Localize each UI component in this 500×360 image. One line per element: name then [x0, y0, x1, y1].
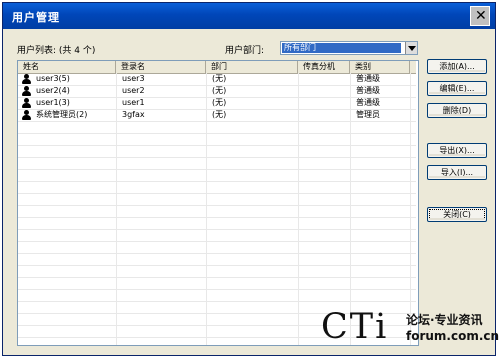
- user-icon: [22, 74, 31, 84]
- export-button[interactable]: 导出(X)...: [427, 143, 487, 158]
- close-window-button[interactable]: ✕: [470, 6, 490, 26]
- chevron-down-icon: [408, 46, 416, 51]
- title-bar: 用户管理 ✕: [3, 3, 495, 29]
- user-category: 普通级: [356, 74, 380, 83]
- delete-user-button[interactable]: 删除(D): [427, 103, 487, 118]
- watermark: CTi 论坛·专业资讯 forum.com.cn: [321, 307, 499, 353]
- table-row[interactable]: 系统管理员(2) 3gfax (无) 管理员: [18, 109, 416, 121]
- row-gridline: [18, 193, 416, 194]
- user-icon: [22, 98, 31, 108]
- row-gridline: [18, 253, 416, 254]
- user-department: (无): [212, 86, 227, 95]
- user-category: 普通级: [356, 86, 380, 95]
- department-selected-value: 所有部门: [282, 43, 401, 53]
- department-label: 用户部门:: [225, 46, 265, 56]
- watermark-line-1: 论坛·专业资讯: [406, 313, 483, 327]
- user-category: 普通级: [356, 98, 380, 107]
- column-header-fax-extension[interactable]: 传真分机: [298, 61, 350, 73]
- user-name: user2(4): [36, 86, 70, 95]
- user-list-label: 用户列表: (共 4 个): [17, 46, 96, 56]
- user-category: 管理员: [356, 110, 380, 119]
- close-button[interactable]: 关闭(C): [427, 207, 487, 222]
- watermark-line-2: forum.com.cn: [406, 329, 500, 343]
- column-header-login[interactable]: 登录名: [116, 61, 206, 73]
- user-management-window: 用户管理 ✕ 用户列表: (共 4 个) 用户部门: 所有部门 姓名 登录名 部…: [2, 2, 499, 356]
- user-icon: [22, 86, 31, 96]
- close-icon: ✕: [475, 8, 487, 24]
- row-gridline: [18, 145, 416, 146]
- row-gridline: [18, 217, 416, 218]
- user-login: user1: [122, 98, 145, 107]
- row-gridline: [18, 157, 416, 158]
- row-gridline: [18, 301, 416, 302]
- row-gridline: [18, 169, 416, 170]
- watermark-brand: CTi: [321, 307, 389, 347]
- user-list-view[interactable]: 姓名 登录名 部门 传真分机 类别 user3(5) user3 (无) 普通级…: [17, 60, 419, 346]
- row-gridline: [18, 205, 416, 206]
- user-name: 系统管理员(2): [36, 110, 88, 119]
- import-button[interactable]: 导入(I)...: [427, 165, 487, 180]
- row-gridline: [18, 133, 416, 134]
- user-login: user3: [122, 74, 145, 83]
- row-gridline: [18, 241, 416, 242]
- window-title: 用户管理: [12, 11, 60, 24]
- edit-user-button[interactable]: 编辑(E)...: [427, 81, 487, 96]
- row-gridline: [18, 265, 416, 266]
- row-gridline: [18, 277, 416, 278]
- table-row[interactable]: user3(5) user3 (无) 普通级: [18, 73, 416, 85]
- column-header-department[interactable]: 部门: [206, 61, 298, 73]
- table-row[interactable]: user2(4) user2 (无) 普通级: [18, 85, 416, 97]
- user-login: user2: [122, 86, 145, 95]
- user-department: (无): [212, 110, 227, 119]
- user-name: user3(5): [36, 74, 70, 83]
- row-gridline: [18, 289, 416, 290]
- row-gridline: [18, 121, 416, 122]
- department-select[interactable]: 所有部门: [280, 41, 418, 55]
- column-header-category[interactable]: 类别: [350, 61, 410, 73]
- department-dropdown-button[interactable]: [405, 42, 417, 54]
- row-gridline: [18, 181, 416, 182]
- row-gridline: [18, 229, 416, 230]
- column-header-name[interactable]: 姓名: [18, 61, 116, 73]
- user-login: 3gfax: [122, 110, 145, 119]
- user-icon: [22, 110, 31, 120]
- user-department: (无): [212, 74, 227, 83]
- table-row[interactable]: user1(3) user1 (无) 普通级: [18, 97, 416, 109]
- add-user-button[interactable]: 添加(A)...: [427, 59, 487, 74]
- user-department: (无): [212, 98, 227, 107]
- user-name: user1(3): [36, 98, 70, 107]
